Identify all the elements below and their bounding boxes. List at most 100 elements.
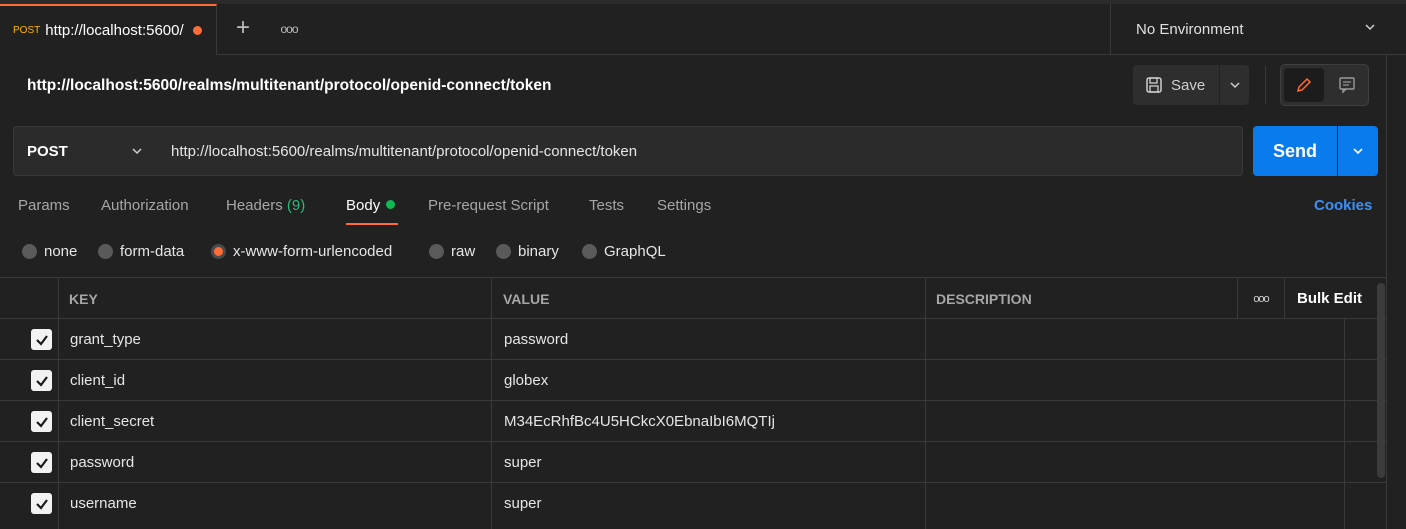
row-value[interactable]: super: [504, 442, 542, 482]
radio-circle: [98, 244, 113, 259]
radio-label: binary: [518, 243, 559, 260]
tab-params[interactable]: Params: [18, 197, 70, 214]
tab-body-label: Body: [346, 197, 381, 214]
radio-circle: [496, 244, 511, 259]
environment-selector[interactable]: No Environment: [1110, 4, 1406, 55]
chevron-down-icon: [1353, 148, 1363, 155]
radio-circle-selected: [211, 244, 226, 259]
row-key[interactable]: password: [70, 442, 134, 482]
cookies-link[interactable]: Cookies: [1314, 197, 1372, 214]
row-checkbox[interactable]: [31, 493, 52, 514]
radio-graphql[interactable]: GraphQL: [582, 243, 666, 260]
save-button[interactable]: Save: [1133, 65, 1219, 105]
save-icon: [1146, 77, 1162, 93]
pane-border: [1386, 55, 1387, 529]
tab-more-icon[interactable]: ooo: [276, 16, 302, 42]
row-key[interactable]: client_secret: [70, 401, 154, 441]
checkmark-icon: [35, 334, 48, 346]
row-value[interactable]: globex: [504, 360, 548, 400]
table-more-icon[interactable]: ooo: [1238, 278, 1284, 319]
radio-label: GraphQL: [604, 243, 666, 260]
radio-urlencoded[interactable]: x-www-form-urlencoded: [211, 243, 392, 260]
url-text: http://localhost:5600/realms/multitenant…: [171, 142, 638, 160]
tab-headers[interactable]: Headers (9): [226, 197, 305, 214]
radio-circle: [22, 244, 37, 259]
url-input[interactable]: http://localhost:5600/realms/multitenant…: [157, 126, 1243, 176]
row-key[interactable]: username: [70, 483, 137, 523]
radio-label: form-data: [120, 243, 185, 260]
column-divider: [58, 277, 59, 529]
tab-body[interactable]: Body: [346, 197, 396, 214]
tab-headers-label: Headers: [226, 197, 283, 214]
body-indicator-dot: [386, 200, 396, 209]
radio-raw[interactable]: raw: [429, 243, 475, 260]
column-divider: [1237, 277, 1238, 319]
new-tab-plus-icon[interactable]: +: [230, 16, 256, 42]
checkmark-icon: [35, 416, 48, 428]
column-divider: [1284, 277, 1285, 319]
row-checkbox[interactable]: [31, 329, 52, 350]
table-row: username super: [0, 483, 1386, 524]
radio-label: raw: [451, 243, 476, 260]
row-value[interactable]: M34EcRhfBc4U5HCkcX0EbnaIbI6MQTIj: [504, 401, 775, 441]
method-label: POST: [27, 142, 68, 160]
radio-label: none: [44, 243, 78, 260]
table-row: client_secret M34EcRhfBc4U5HCkcX0EbnaIbI…: [0, 401, 1386, 442]
row-value[interactable]: password: [504, 319, 568, 359]
send-button[interactable]: Send: [1253, 126, 1337, 176]
radio-label: x-www-form-urlencoded: [233, 243, 393, 260]
pencil-icon: [1296, 77, 1312, 93]
tab-bar: POST http://localhost:5600/ + ooo No Env…: [0, 0, 1406, 55]
save-label: Save: [1171, 76, 1206, 94]
tab-url: http://localhost:5600/: [45, 22, 184, 39]
radio-none[interactable]: none: [22, 243, 77, 260]
column-divider: [925, 277, 926, 529]
checkmark-icon: [35, 498, 48, 510]
table-header: KEY VALUE DESCRIPTION ooo Bulk Edit: [0, 277, 1386, 319]
chevron-down-icon: [132, 148, 142, 155]
bulk-edit-button[interactable]: Bulk Edit: [1297, 278, 1362, 319]
row-key[interactable]: client_id: [70, 360, 125, 400]
radio-form-data[interactable]: form-data: [98, 243, 184, 260]
request-title: http://localhost:5600/realms/multitenant…: [27, 77, 552, 94]
save-dropdown-button[interactable]: [1220, 65, 1249, 105]
column-divider: [491, 277, 492, 529]
request-tab[interactable]: POST http://localhost:5600/: [0, 4, 217, 55]
radio-circle: [582, 244, 597, 259]
active-tab-underline: [346, 223, 398, 225]
chevron-down-icon: [1365, 24, 1375, 31]
method-select[interactable]: POST: [13, 126, 158, 176]
comment-icon: [1339, 77, 1355, 94]
row-checkbox[interactable]: [31, 370, 52, 391]
tab-authorization[interactable]: Authorization: [101, 197, 189, 214]
column-description: DESCRIPTION: [936, 290, 1032, 307]
row-value[interactable]: super: [504, 483, 542, 523]
edit-mode-button[interactable]: [1284, 68, 1324, 102]
table-row: password super: [0, 442, 1386, 483]
chevron-down-icon: [1229, 82, 1240, 89]
checkmark-icon: [35, 375, 48, 387]
table-scrollbar[interactable]: [1377, 283, 1385, 478]
tab-prerequest-script[interactable]: Pre-request Script: [428, 197, 549, 214]
headers-count: (9): [286, 197, 306, 214]
row-checkbox[interactable]: [31, 452, 52, 473]
comment-mode-button[interactable]: [1327, 68, 1367, 102]
checkmark-icon: [35, 457, 48, 469]
tab-method: POST: [13, 25, 41, 36]
column-key: KEY: [69, 290, 98, 307]
environment-label: No Environment: [1136, 21, 1244, 38]
tab-tests[interactable]: Tests: [589, 197, 624, 214]
send-dropdown-button[interactable]: [1338, 126, 1378, 176]
row-checkbox[interactable]: [31, 411, 52, 432]
tab-settings[interactable]: Settings: [657, 197, 711, 214]
radio-binary[interactable]: binary: [496, 243, 559, 260]
view-mode-toggle: [1280, 64, 1369, 106]
column-value: VALUE: [503, 290, 550, 307]
divider: [1265, 66, 1266, 104]
radio-circle: [429, 244, 444, 259]
row-key[interactable]: grant_type: [70, 319, 141, 359]
table-row: grant_type password: [0, 319, 1386, 360]
unsaved-dot: [193, 26, 203, 35]
table-row: client_id globex: [0, 360, 1386, 401]
column-divider: [1344, 319, 1345, 529]
